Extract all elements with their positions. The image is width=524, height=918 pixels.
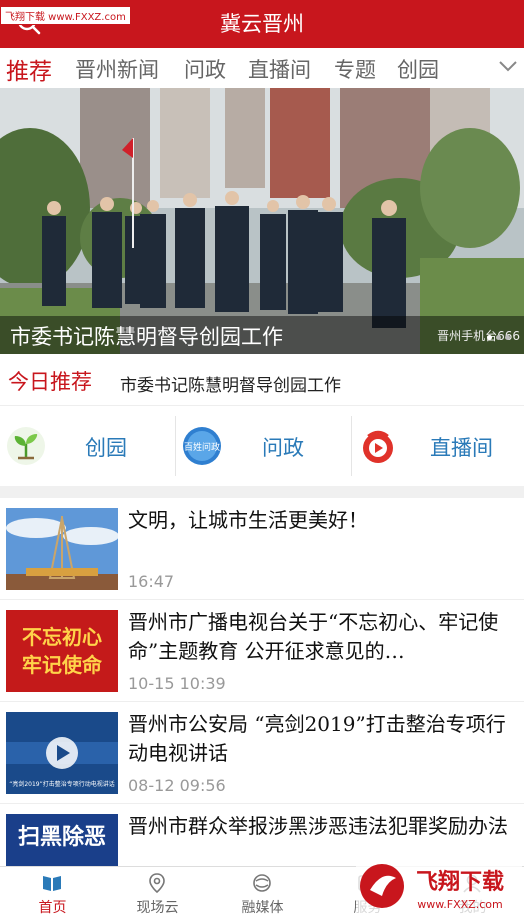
quick-chuangyuan[interactable]: 创园 [0, 406, 175, 486]
tab-chuangyuan[interactable]: 创园 [397, 54, 439, 84]
tab-jinzhou-news[interactable]: 晋州新闻 [75, 54, 159, 84]
tab-label: 现场云 [136, 900, 179, 916]
news-item[interactable]: “亮剑2019”打击整治专项行动电视讲话 晋州市公安局 “亮剑2019”打击整治… [0, 702, 524, 804]
sprout-icon [7, 427, 45, 465]
news-title: 晋州市公安局 “亮剑2019”打击整治专项行动电视讲话 [128, 712, 506, 765]
carousel-indicator [483, 325, 510, 344]
carousel-dot [487, 335, 492, 340]
tab-recommend[interactable]: 推荐 [6, 52, 52, 86]
carousel-dot [505, 335, 510, 340]
section-gap [0, 486, 524, 498]
thumb-caption: 牢记使命 [22, 653, 103, 677]
thumb-caption: “亮剑2019”打击整治专项行动电视讲话 [9, 780, 115, 788]
today-label: 今日推荐 [8, 370, 92, 394]
watermark-label: 飞翔下载 www.FXXZ.com [0, 6, 131, 25]
quick-entries: 创园 百姓问政 问政 直播间 [0, 406, 524, 486]
tab-rongmeiti[interactable]: 融媒体 [210, 867, 315, 918]
banner-caption: 市委书记陈慧明督导创园工作 [10, 325, 283, 349]
chevron-down-icon[interactable] [498, 58, 518, 74]
quick-wenzheng[interactable]: 百姓问政 问政 [176, 406, 351, 486]
thumb-caption: 不忘初心 [22, 625, 102, 649]
news-time: 10-15 10:39 [128, 674, 226, 693]
news-time: 08-12 09:56 [128, 776, 226, 795]
news-title: 文明，让城市生活更美好！ [128, 508, 368, 532]
banner-caption-bar: 市委书记陈慧明督导创园工作 晋州手机台666 [0, 316, 524, 354]
watermark-text: 飞翔下载 [416, 869, 504, 895]
banner-carousel[interactable]: 市委书记陈慧明督导创园工作 晋州手机台666 [0, 88, 524, 354]
home-book-icon [43, 876, 61, 891]
category-tabs: 推荐 晋州新闻 问政 直播间 专题 创园 [0, 48, 524, 88]
media-icon [253, 874, 271, 892]
wenzheng-icon-text: 百姓问政 [184, 441, 220, 453]
tab-label: 首页 [38, 900, 67, 916]
news-title: 晋州市群众举报涉黑涉恶违法犯罪奖励办法 [128, 814, 508, 838]
banner-photo [0, 88, 524, 354]
watermark-url: www.FXXZ.com [417, 898, 502, 911]
tab-wenzheng[interactable]: 问政 [184, 54, 226, 84]
location-icon [149, 873, 165, 893]
quick-live[interactable]: 直播间 [352, 406, 524, 486]
news-thumbnail: “亮剑2019”打击整治专项行动电视讲话 [6, 712, 118, 794]
tab-live[interactable]: 直播间 [248, 54, 311, 84]
tab-label: 融媒体 [241, 900, 284, 916]
carousel-dot [496, 335, 501, 340]
tab-xianchangyun[interactable]: 现场云 [105, 867, 210, 918]
quick-label: 创园 [85, 436, 127, 460]
tab-home[interactable]: 首页 [0, 867, 105, 918]
news-item[interactable]: 不忘初心 牢记使命 晋州市广播电视台关于“不忘初心、牢记使命”主题教育 公开征求… [0, 600, 524, 702]
news-title: 晋州市广播电视台关于“不忘初心、牢记使命”主题教育 公开征求意见的… [128, 610, 499, 663]
tab-topics[interactable]: 专题 [334, 54, 376, 84]
news-time: 16:47 [128, 572, 175, 591]
news-item[interactable]: 文明，让城市生活更美好！ 16:47 [0, 498, 524, 600]
today-headline[interactable]: 市委书记陈慧明督导创园工作 [120, 371, 341, 396]
watermark-logo: 飞翔下载 www.FXXZ.com [356, 856, 522, 918]
thumb-caption: 扫黑除恶 [18, 824, 106, 850]
quick-label: 问政 [262, 436, 304, 460]
wenzheng-icon: 百姓问政 [183, 427, 221, 465]
news-thumbnail [6, 508, 118, 590]
today-recommend[interactable]: 今日推荐 市委书记陈慧明督导创园工作 [0, 356, 524, 406]
news-thumbnail: 不忘初心 牢记使命 [6, 610, 118, 692]
quick-label: 直播间 [430, 436, 493, 460]
live-icon [363, 430, 393, 463]
